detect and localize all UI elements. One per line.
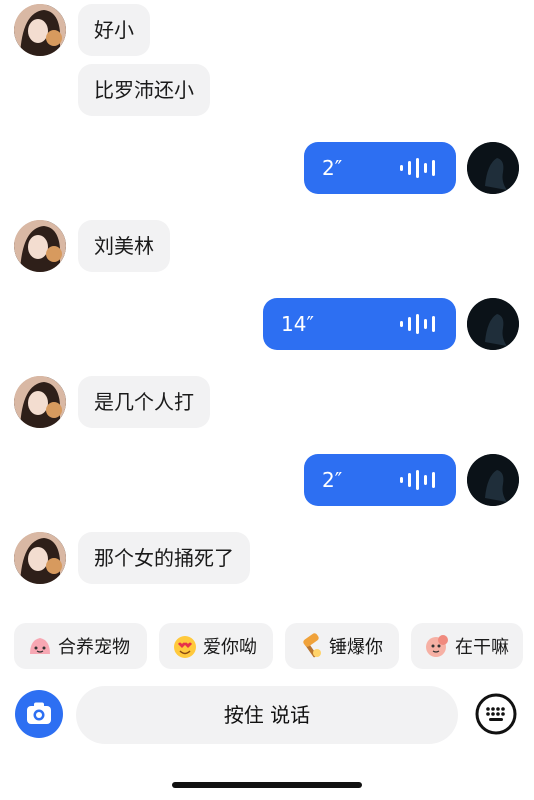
own-avatar[interactable] — [467, 142, 519, 194]
keyboard-button[interactable] — [474, 692, 518, 736]
voice-wave-icon — [400, 314, 435, 334]
peeking-icon — [426, 635, 448, 657]
home-indicator[interactable] — [172, 782, 362, 788]
voice-duration: 2″ — [322, 156, 343, 180]
quick-reply-label: 在干嘛 — [455, 637, 509, 658]
quick-reply-pet[interactable]: 合养宠物 — [14, 623, 147, 669]
voice-message-bubble[interactable]: 2″ — [304, 454, 456, 506]
quick-reply-love[interactable]: 爱你呦 — [159, 623, 273, 669]
contact-avatar[interactable] — [14, 376, 66, 428]
voice-duration: 14″ — [281, 312, 314, 336]
incoming-message-bubble[interactable]: 比罗沛还小 — [78, 64, 210, 116]
hold-to-talk-button[interactable]: 按住 说话 — [76, 686, 458, 744]
quick-reply-what-doing[interactable]: 在干嘛 — [411, 623, 523, 669]
quick-reply-label: 合养宠物 — [58, 637, 130, 658]
incoming-message-bubble[interactable]: 那个女的捅死了 — [78, 532, 250, 584]
quick-reply-label: 锤爆你 — [329, 637, 383, 658]
pet-face-icon — [30, 638, 50, 654]
quick-reply-label: 爱你呦 — [203, 637, 257, 658]
quick-reply-hammer[interactable]: 锤爆你 — [285, 623, 399, 669]
incoming-message-bubble[interactable]: 好小 — [78, 4, 150, 56]
camera-button[interactable] — [15, 690, 63, 738]
heart-eyes-icon — [174, 636, 196, 658]
contact-avatar[interactable] — [14, 220, 66, 272]
voice-duration: 2″ — [322, 468, 343, 492]
own-avatar[interactable] — [467, 454, 519, 506]
own-avatar[interactable] — [467, 298, 519, 350]
voice-wave-icon — [400, 158, 435, 178]
incoming-message-bubble[interactable]: 是几个人打 — [78, 376, 210, 428]
camera-icon — [27, 702, 51, 724]
keyboard-icon — [475, 693, 517, 735]
contact-avatar[interactable] — [14, 4, 66, 56]
contact-avatar[interactable] — [14, 532, 66, 584]
voice-message-bubble[interactable]: 14″ — [263, 298, 456, 350]
incoming-message-bubble[interactable]: 刘美林 — [78, 220, 170, 272]
voice-wave-icon — [400, 470, 435, 490]
hammer-icon — [303, 633, 321, 658]
voice-message-bubble[interactable]: 2″ — [304, 142, 456, 194]
